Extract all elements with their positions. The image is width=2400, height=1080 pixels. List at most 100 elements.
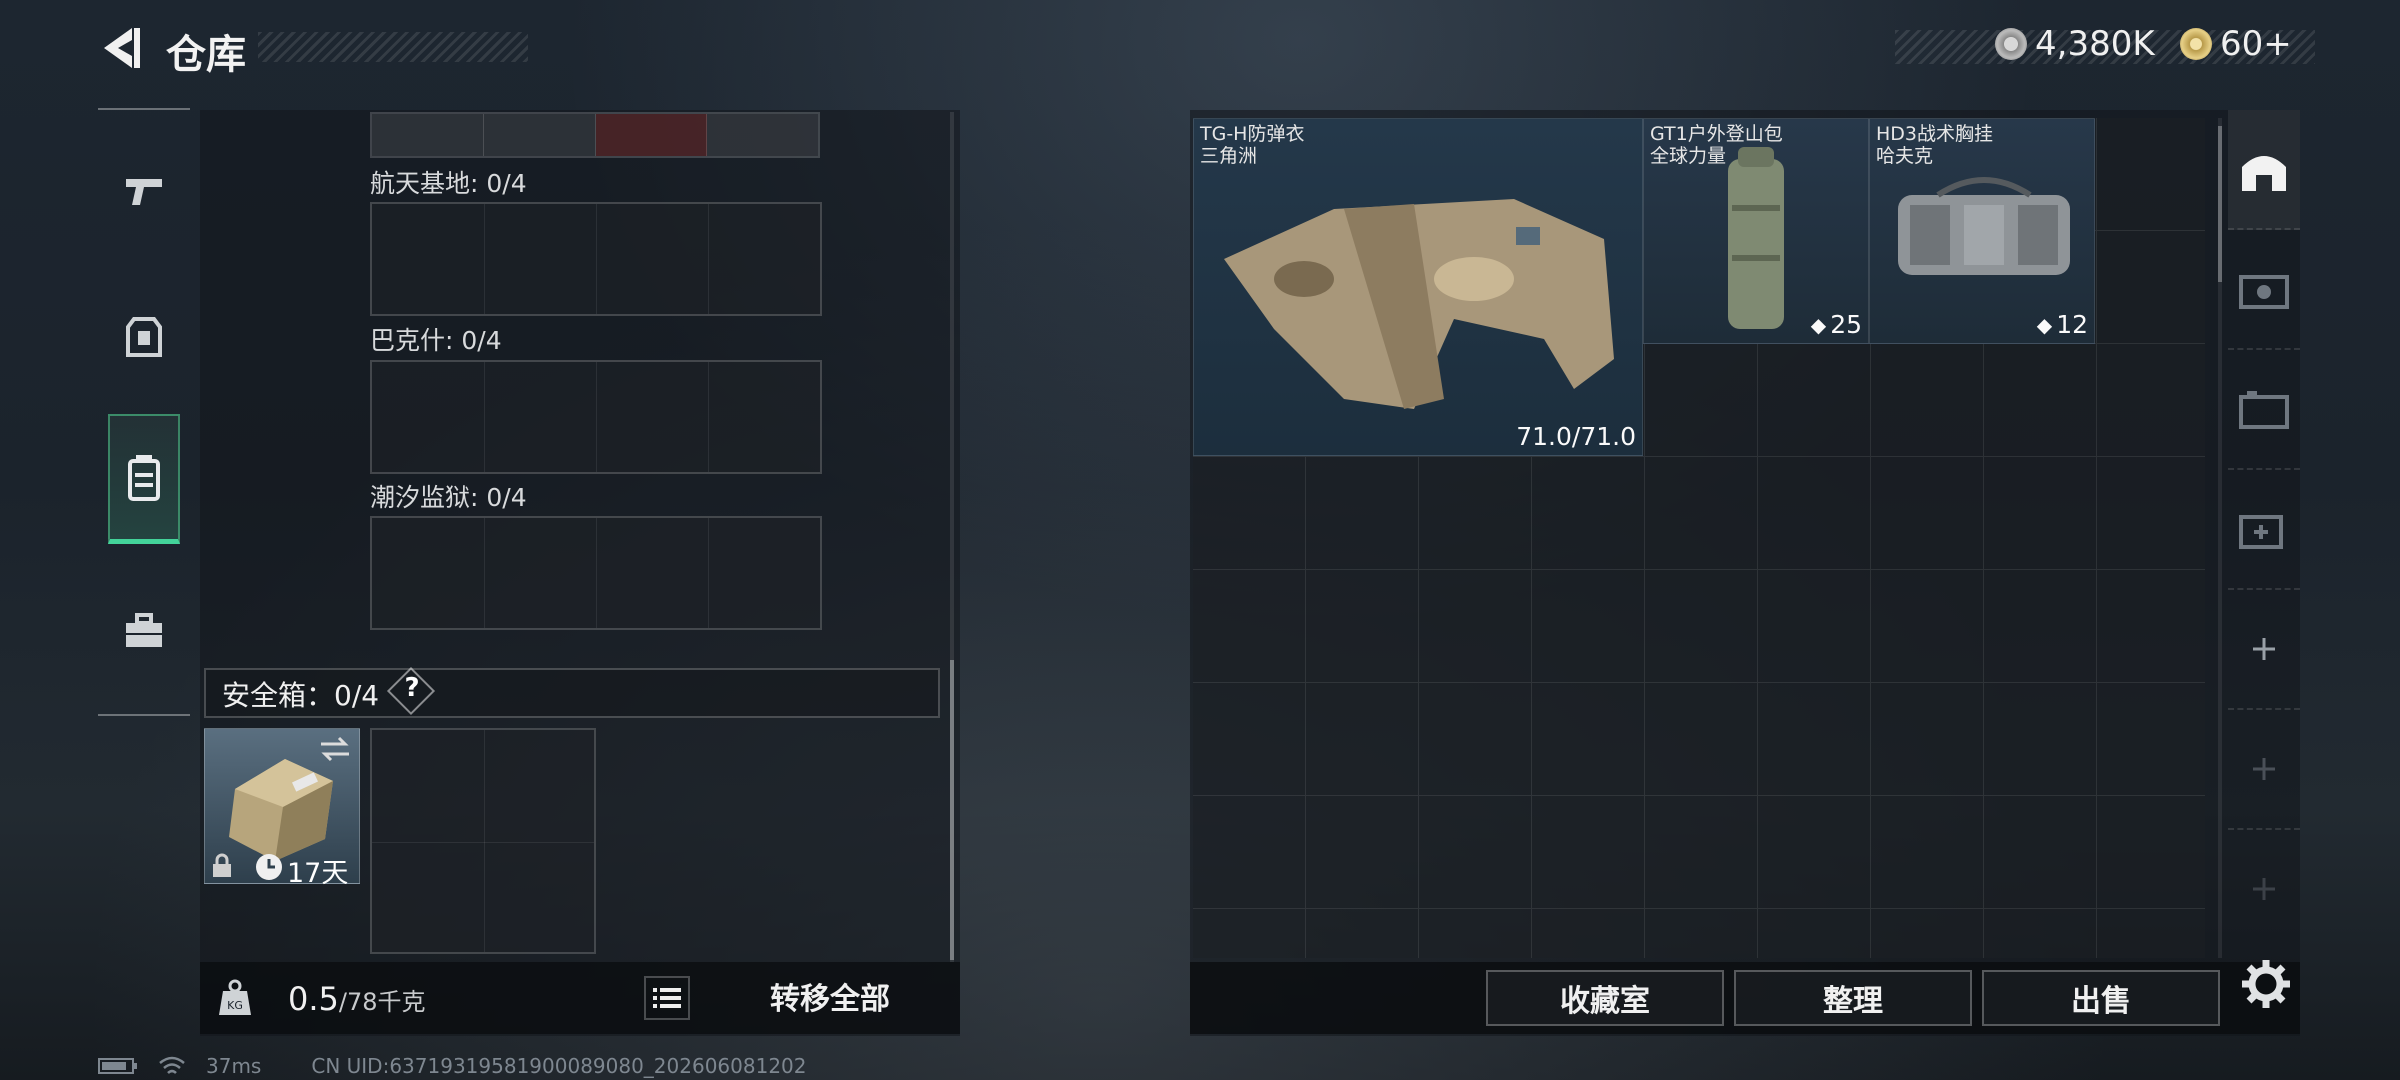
slot-grid[interactable] xyxy=(370,202,822,316)
grid-cell[interactable] xyxy=(1193,457,1306,570)
sort-button[interactable]: 整理 xyxy=(1734,970,1972,1026)
toolbox-icon xyxy=(126,613,162,647)
grid-cell[interactable] xyxy=(1193,909,1306,958)
grid-cell[interactable] xyxy=(2097,457,2205,570)
grid-cell[interactable] xyxy=(1532,457,1645,570)
sell-button[interactable]: 出售 xyxy=(1982,970,2220,1026)
help-mark: ? xyxy=(404,673,420,703)
grid-cell[interactable] xyxy=(2097,570,2205,683)
grid-cell[interactable] xyxy=(1984,683,2097,796)
grid-cell[interactable] xyxy=(1984,457,2097,570)
grid-cell[interactable] xyxy=(1758,683,1871,796)
slot-grid[interactable] xyxy=(370,360,822,474)
right-scrollbar-thumb[interactable] xyxy=(2218,126,2222,282)
grid-cell[interactable] xyxy=(1871,796,1984,909)
tab-backpack[interactable] xyxy=(108,414,180,544)
grid-cell[interactable] xyxy=(1419,796,1532,909)
grid-cell[interactable] xyxy=(1871,909,1984,958)
grid-cell[interactable] xyxy=(1871,344,1984,457)
grid-cell[interactable] xyxy=(1532,909,1645,958)
transfer-all-button[interactable]: 转移全部 xyxy=(720,966,940,1026)
storage-tab-plus[interactable] xyxy=(2228,590,2300,710)
ping-value: 37ms xyxy=(206,1054,262,1078)
tab-armor[interactable] xyxy=(108,272,180,402)
grid-cell[interactable] xyxy=(1306,683,1419,796)
storage-tab-2[interactable] xyxy=(2228,230,2300,350)
grid-cell[interactable] xyxy=(1758,457,1871,570)
grid-cell[interactable] xyxy=(1871,683,1984,796)
grid-cell[interactable] xyxy=(1758,909,1871,958)
list-view-button[interactable] xyxy=(644,976,690,1020)
grid-cell[interactable] xyxy=(1306,570,1419,683)
grid-cell[interactable] xyxy=(1645,683,1758,796)
item-backpack[interactable]: GT1户外登山包 全球力量 ◆ 25 xyxy=(1643,118,1869,344)
partial-slot-row[interactable] xyxy=(370,112,820,158)
grid-cell[interactable] xyxy=(1871,457,1984,570)
clock-icon xyxy=(256,854,282,880)
grid-cell[interactable] xyxy=(2097,231,2205,344)
slot-grid[interactable] xyxy=(370,516,822,630)
locked-slot[interactable] xyxy=(595,114,708,156)
grid-cell[interactable] xyxy=(1419,457,1532,570)
grid-cell[interactable] xyxy=(1645,796,1758,909)
grid-cell[interactable] xyxy=(1871,570,1984,683)
locked-slot[interactable] xyxy=(372,114,484,156)
ticket-display[interactable]: 60+ xyxy=(2180,24,2292,64)
grid-cell[interactable] xyxy=(1193,570,1306,683)
grid-cell[interactable] xyxy=(1984,796,2097,909)
grid-cell[interactable] xyxy=(1984,909,2097,958)
grid-cell[interactable] xyxy=(2097,118,2205,231)
ticket-amount: 60+ xyxy=(2220,24,2292,64)
storage-tab-3[interactable] xyxy=(2228,350,2300,470)
storage-tab-add-page[interactable] xyxy=(2228,470,2300,590)
grid-cell[interactable] xyxy=(1419,683,1532,796)
grid-cell[interactable] xyxy=(1419,909,1532,958)
left-scrollbar-thumb[interactable] xyxy=(950,660,954,960)
swap-icon[interactable] xyxy=(317,735,353,763)
back-button[interactable] xyxy=(96,22,144,74)
grid-cell[interactable] xyxy=(1984,344,2097,457)
grid-cell[interactable] xyxy=(1758,344,1871,457)
capacity-value: ◆ 12 xyxy=(2036,310,2088,339)
item-armor[interactable]: TG-H防弹衣 三角洲 71.0/71.0 xyxy=(1193,118,1643,456)
grid-cell[interactable] xyxy=(1645,570,1758,683)
safe-box-item[interactable]: 17天 xyxy=(204,728,360,889)
storage-tab-plus[interactable] xyxy=(2228,830,2300,948)
grid-cell[interactable] xyxy=(1306,796,1419,909)
grid-cell[interactable] xyxy=(2097,683,2205,796)
grid-cell[interactable] xyxy=(2097,344,2205,457)
grid-cell[interactable] xyxy=(1645,909,1758,958)
safe-box-grid[interactable] xyxy=(370,728,596,954)
grid-cell[interactable] xyxy=(1645,457,1758,570)
grid-cell[interactable] xyxy=(2097,909,2205,958)
weight-current: 0.5 xyxy=(288,980,339,1018)
grid-cell[interactable] xyxy=(1306,909,1419,958)
grid-cell[interactable] xyxy=(1758,570,1871,683)
slot-label: 巴克什: 0/4 xyxy=(370,326,502,355)
grid-cell[interactable] xyxy=(1306,457,1419,570)
currency-display[interactable]: 4,380K xyxy=(1995,24,2155,64)
capacity-icon: ◆ xyxy=(2036,312,2053,337)
storage-tab-main[interactable] xyxy=(2228,110,2300,230)
tab-case[interactable] xyxy=(108,566,180,696)
grid-cell[interactable] xyxy=(1984,570,2097,683)
item-chest-rig[interactable]: HD3战术胸挂 哈夫克 ◆ 12 xyxy=(1869,118,2095,344)
grid-cell[interactable] xyxy=(1193,796,1306,909)
storage-tab-plus[interactable] xyxy=(2228,710,2300,830)
locked-slot[interactable] xyxy=(707,114,818,156)
page-title: 仓库 xyxy=(166,32,246,78)
grid-cell[interactable] xyxy=(1758,796,1871,909)
settings-button[interactable] xyxy=(2238,956,2294,1012)
grid-cell[interactable] xyxy=(1645,344,1758,457)
grid-cell[interactable] xyxy=(1419,570,1532,683)
collection-room-button[interactable]: 收藏室 xyxy=(1486,970,1724,1026)
tab-weapons[interactable] xyxy=(108,126,180,256)
grid-cell[interactable] xyxy=(1532,683,1645,796)
wifi-icon xyxy=(159,1056,185,1074)
grid-cell[interactable] xyxy=(1193,683,1306,796)
grid-cell[interactable] xyxy=(1532,796,1645,909)
grid-cell[interactable] xyxy=(2097,796,2205,909)
grid-cell[interactable] xyxy=(1532,570,1645,683)
locked-slot[interactable] xyxy=(483,114,596,156)
coin-icon xyxy=(1995,28,2027,60)
